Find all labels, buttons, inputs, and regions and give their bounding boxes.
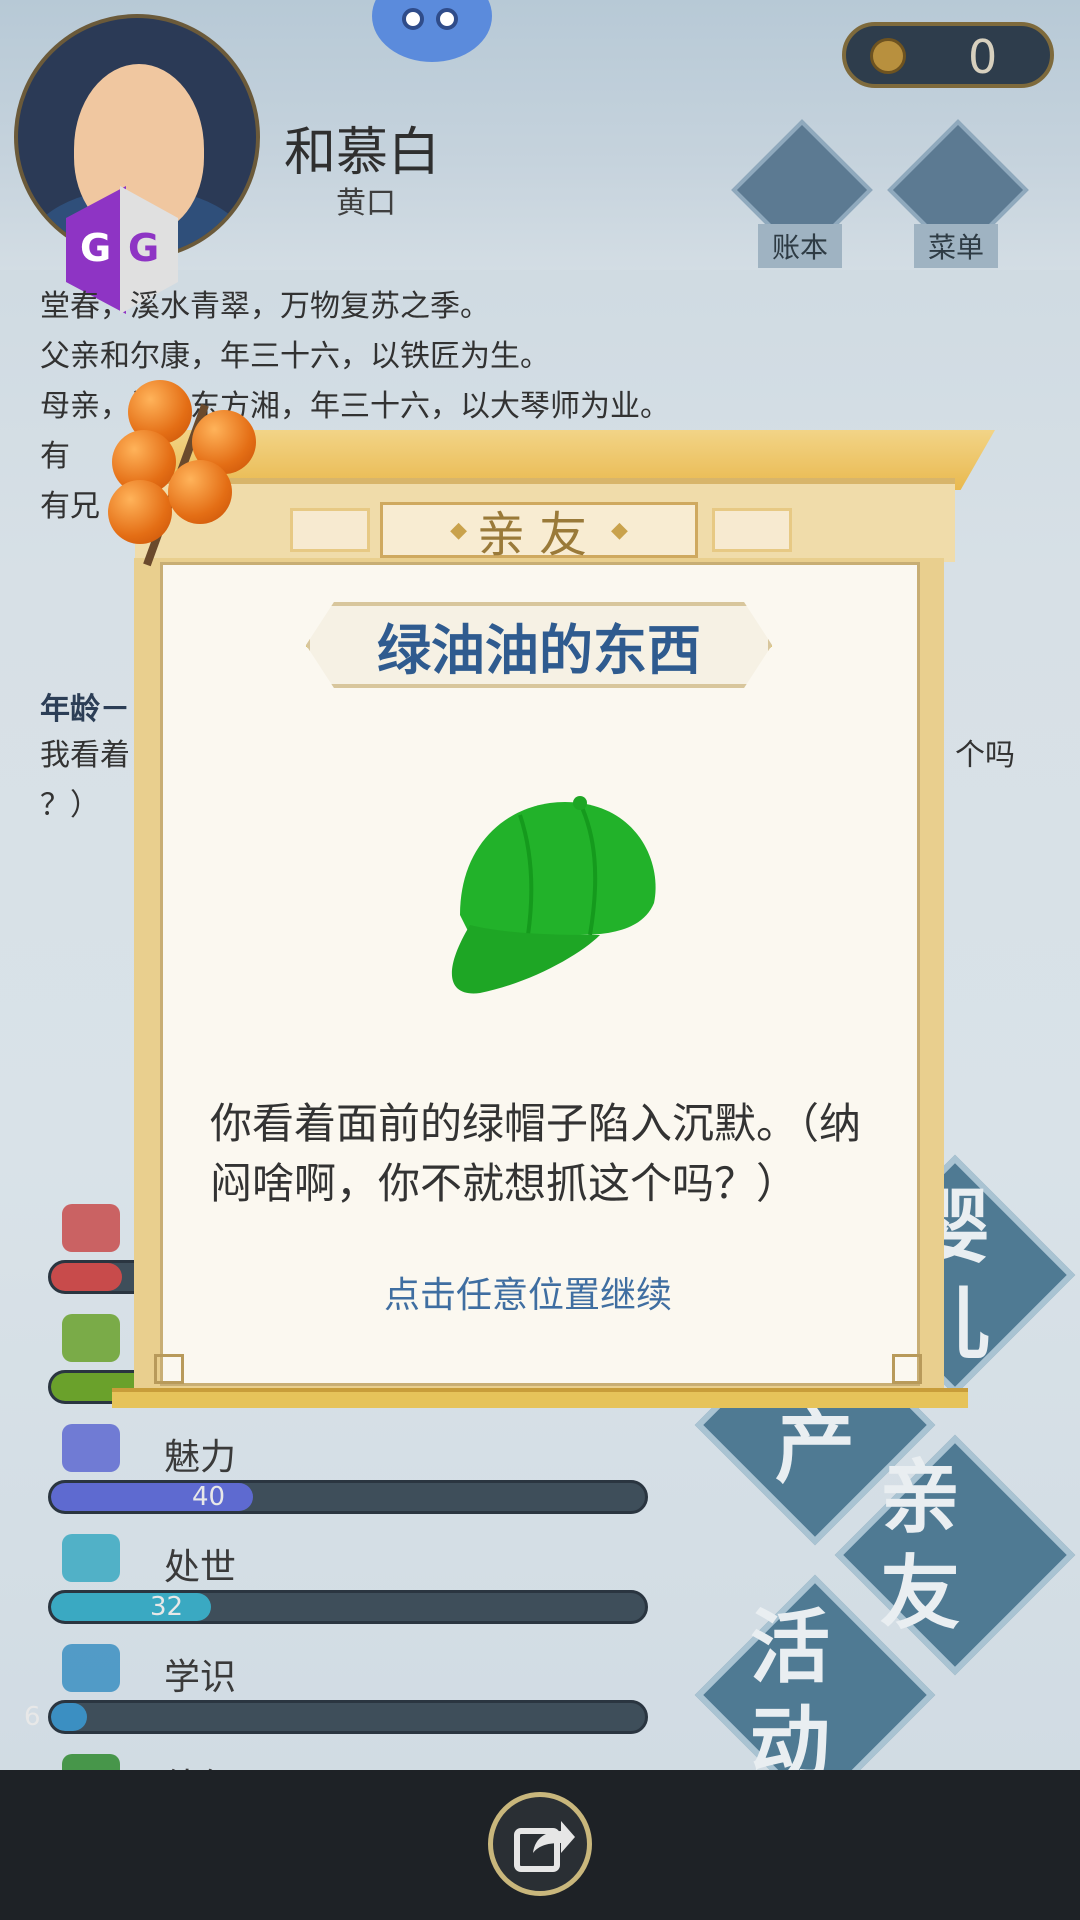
item-title: 绿油油的东西 (377, 618, 701, 682)
header-ornament (712, 508, 792, 552)
modal-base (112, 1388, 968, 1408)
corner-ornament (892, 1354, 922, 1384)
continue-hint[interactable]: 点击任意位置继续 (384, 1266, 672, 1318)
header-ornament (290, 508, 370, 552)
modal-message: 你看着面前的绿帽子陷入沉默。（纳闷啥啊，你不就想抓这个吗？） (210, 1099, 862, 1208)
corner-ornament (154, 1354, 184, 1384)
item-title-plate: 绿油油的东西 (306, 602, 772, 688)
skewer-decoration-icon (108, 380, 282, 570)
modal-header-title: 亲友 (476, 507, 601, 563)
modal-header: ◆ 亲友 ◆ (380, 502, 698, 563)
green-cap-icon (451, 796, 656, 994)
